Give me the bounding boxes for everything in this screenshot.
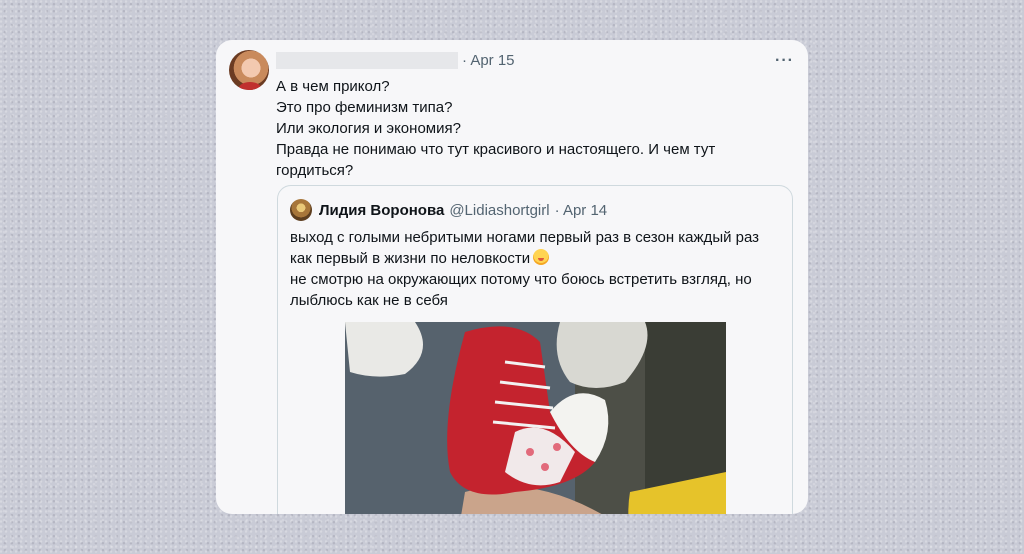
quoted-tweet[interactable]: Лидия Воронова @Lidiashortgirl · Apr 14 … bbox=[277, 185, 793, 514]
quoted-user-name[interactable]: Лидия Воронова bbox=[319, 202, 444, 219]
quoted-line: выход с голыми небритыми ногами первый р… bbox=[290, 229, 760, 246]
tweet-line: Правда не понимаю что тут красивого и на… bbox=[276, 141, 716, 158]
redacted-username bbox=[276, 51, 458, 69]
quoted-line: как первый в жизни по неловкости bbox=[290, 250, 531, 267]
tweet-line: гордиться? bbox=[276, 162, 354, 179]
sneakers-photo-illustration bbox=[345, 322, 726, 514]
quoted-tweet-text: выход с голыми небритыми ногами первый р… bbox=[290, 227, 785, 311]
tweet-card[interactable]: · Apr 15 ··· А в чем прикол? Это про фем… bbox=[216, 40, 808, 514]
tweet-header: · Apr 15 bbox=[276, 50, 515, 70]
user-avatar[interactable] bbox=[229, 50, 269, 90]
more-options-icon[interactable]: ··· bbox=[775, 52, 794, 70]
tweet-line: А в чем прикол? bbox=[276, 78, 390, 95]
quoted-user-avatar[interactable] bbox=[290, 199, 312, 221]
quoted-tweet-photo[interactable] bbox=[345, 322, 726, 514]
tweet-line: Это про феминизм типа? bbox=[276, 99, 453, 116]
tweet-date[interactable]: · Apr 15 bbox=[462, 52, 515, 69]
tweet-line: Или экология и экономия? bbox=[276, 120, 461, 137]
quoted-tweet-header: Лидия Воронова @Lidiashortgirl · Apr 14 bbox=[290, 199, 607, 221]
quoted-line: лыблюсь как не в себя bbox=[290, 292, 448, 309]
face-with-hand-over-mouth-emoji bbox=[533, 249, 550, 265]
quoted-line-with-emoji: как первый в жизни по неловкости bbox=[290, 248, 785, 269]
quoted-tweet-date[interactable]: · Apr 14 bbox=[555, 202, 608, 219]
tweet-text: А в чем прикол? Это про феминизм типа? И… bbox=[276, 76, 786, 181]
quoted-user-handle[interactable]: @Lidiashortgirl bbox=[449, 202, 549, 219]
quoted-line: не смотрю на окружающих потому что боюсь… bbox=[290, 271, 752, 288]
